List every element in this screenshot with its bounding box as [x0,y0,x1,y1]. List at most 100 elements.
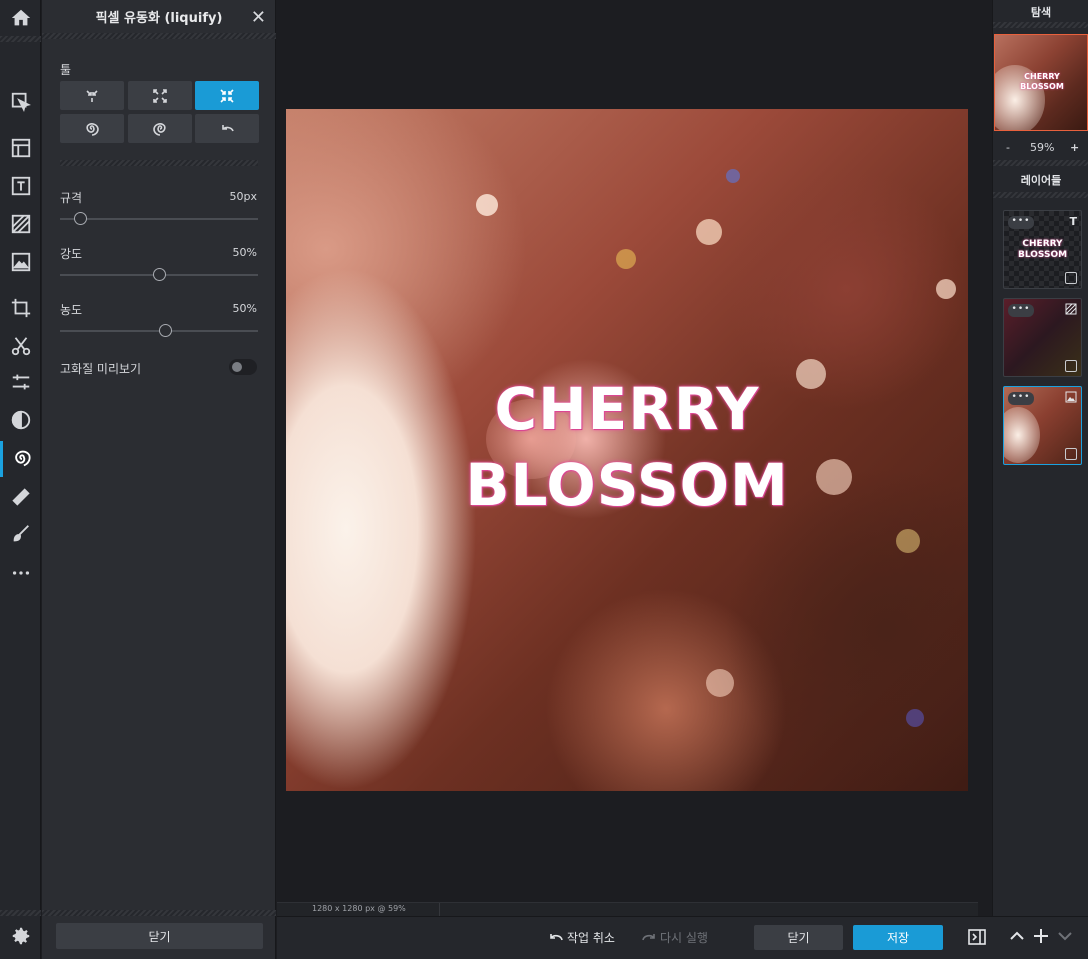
density-label: 농도 [60,303,83,317]
hq-preview-toggle[interactable] [229,359,257,375]
bokeh-light [896,529,920,553]
save-button[interactable]: 저장 [853,925,943,950]
brush-icon[interactable] [0,516,41,552]
crop-icon[interactable] [0,290,41,326]
home-icon[interactable] [0,0,41,36]
strength-value: 50% [232,246,257,259]
layer-options-icon[interactable]: ••• [1008,216,1034,229]
redo-icon [642,933,655,940]
divider [0,36,41,42]
slider-thumb[interactable] [158,324,172,337]
panel-header: 픽셀 유동화 (liquify) ✕ [42,0,276,33]
restore-tool-button[interactable] [195,114,259,143]
panel-close-button[interactable]: 닫기 [56,923,263,949]
size-slider[interactable] [60,212,258,226]
divider [0,910,41,916]
adjust-sliders-icon[interactable] [0,364,41,400]
bokeh-light [906,709,924,727]
canvas-area: CHERRY BLOSSOM [277,0,978,916]
image-layer-icon [1065,391,1077,403]
tools-label: 툴 [60,63,72,77]
undo-icon [550,933,563,940]
bandage-icon[interactable] [0,479,41,515]
close-button[interactable]: 닫기 [754,925,843,950]
density-value: 50% [232,302,257,315]
slider-thumb[interactable] [73,212,87,225]
layer-text[interactable]: ••• T CHERRY BLOSSOM [1003,210,1082,289]
shrink-tool-button[interactable] [195,81,259,110]
shrink-icon [220,88,234,103]
canvas-size-info: 1280 x 1280 px @ 59% [312,904,406,913]
contrast-icon[interactable] [0,402,41,438]
canvas-title-line1: CHERRY [494,375,760,443]
layers-label: 레이어들 [1020,174,1062,187]
right-panel: 탐색 CHERRY BLOSSOM - 59% + 레이어들 ••• T CHE… [992,0,1088,916]
divider [439,903,440,917]
layer-visibility-checkbox[interactable] [1065,360,1077,372]
text-tool-icon[interactable] [0,168,41,204]
layer-text-line1: CHERRY [1022,239,1063,249]
more-icon[interactable] [0,555,41,591]
twirl-left-tool-button[interactable] [60,114,124,143]
bokeh-light [936,279,956,299]
close-icon[interactable]: ✕ [251,7,266,28]
layer-visibility-checkbox[interactable] [1065,272,1077,284]
undo-button[interactable]: 작업 취소 [549,929,615,946]
expand-icon [153,88,167,103]
panel-toggle-icon[interactable] [967,927,987,947]
layer-text-line2: BLOSSOM [1017,250,1068,260]
expand-tool-button[interactable] [128,81,192,110]
strength-slider[interactable] [60,268,258,282]
redo-button[interactable]: 다시 실행 [642,929,708,946]
navigator-label: 탐색 [1030,6,1052,19]
tool-rail [0,0,41,959]
toggle-knob [232,362,242,372]
zoom-out-button[interactable]: - [1006,141,1010,154]
status-bar: 1280 x 1280 px @ 59% [277,902,978,917]
liquify-swirl-icon[interactable] [0,441,41,477]
divider [993,160,1088,166]
layer-pattern[interactable]: ••• [1003,298,1082,377]
zoom-value: 59% [1030,141,1055,154]
canvas-image[interactable]: CHERRY BLOSSOM [286,109,968,791]
layer-options-icon[interactable]: ••• [1008,304,1034,317]
size-value: 50px [229,190,258,203]
navigator-thumbnail[interactable]: CHERRY BLOSSOM [994,34,1088,131]
chevron-down-icon[interactable] [1057,927,1073,945]
bokeh-light [706,669,734,697]
slider-track [60,218,258,220]
panel-title: 픽셀 유동화 (liquify) [95,11,223,26]
divider [42,910,276,916]
divider [60,160,258,166]
zoom-in-button[interactable]: + [1070,141,1079,154]
divider [993,192,1088,198]
canvas-title-line2: BLOSSOM [465,451,789,519]
chevron-up-icon[interactable] [1009,927,1025,945]
slider-thumb[interactable] [153,268,166,281]
hq-preview-label: 고화질 미리보기 [60,362,142,376]
plus-icon[interactable] [1033,927,1049,945]
bokeh-light [696,219,722,245]
liquify-panel: 픽셀 유동화 (liquify) ✕ 툴 규격 50px 강도 50% 농도 5… [42,0,276,959]
text-layer-icon: T [1069,215,1077,228]
bokeh-light [476,194,498,216]
bokeh-light [616,249,636,269]
pattern-icon[interactable] [0,206,41,242]
bottom-toolbar: 작업 취소 다시 실행 닫기 저장 [277,916,1088,959]
layer-visibility-checkbox[interactable] [1065,448,1077,460]
image-icon[interactable] [0,244,41,280]
layout-icon[interactable] [0,130,41,166]
density-slider[interactable] [60,324,258,338]
gear-icon[interactable] [0,918,41,954]
select-arrow-icon[interactable] [0,84,41,120]
cut-icon[interactable] [0,328,41,364]
undo-label: 작업 취소 [567,931,615,945]
swirl-right-icon [153,122,166,136]
divider [993,22,1088,28]
twirl-right-tool-button[interactable] [128,114,192,143]
layer-image[interactable]: ••• [1003,386,1082,465]
navigator-thumb-line2: BLOSSOM [1020,82,1064,91]
layer-options-icon[interactable]: ••• [1008,392,1034,405]
push-tool-button[interactable] [60,81,124,110]
navigator-thumb-line1: CHERRY [1024,72,1060,81]
